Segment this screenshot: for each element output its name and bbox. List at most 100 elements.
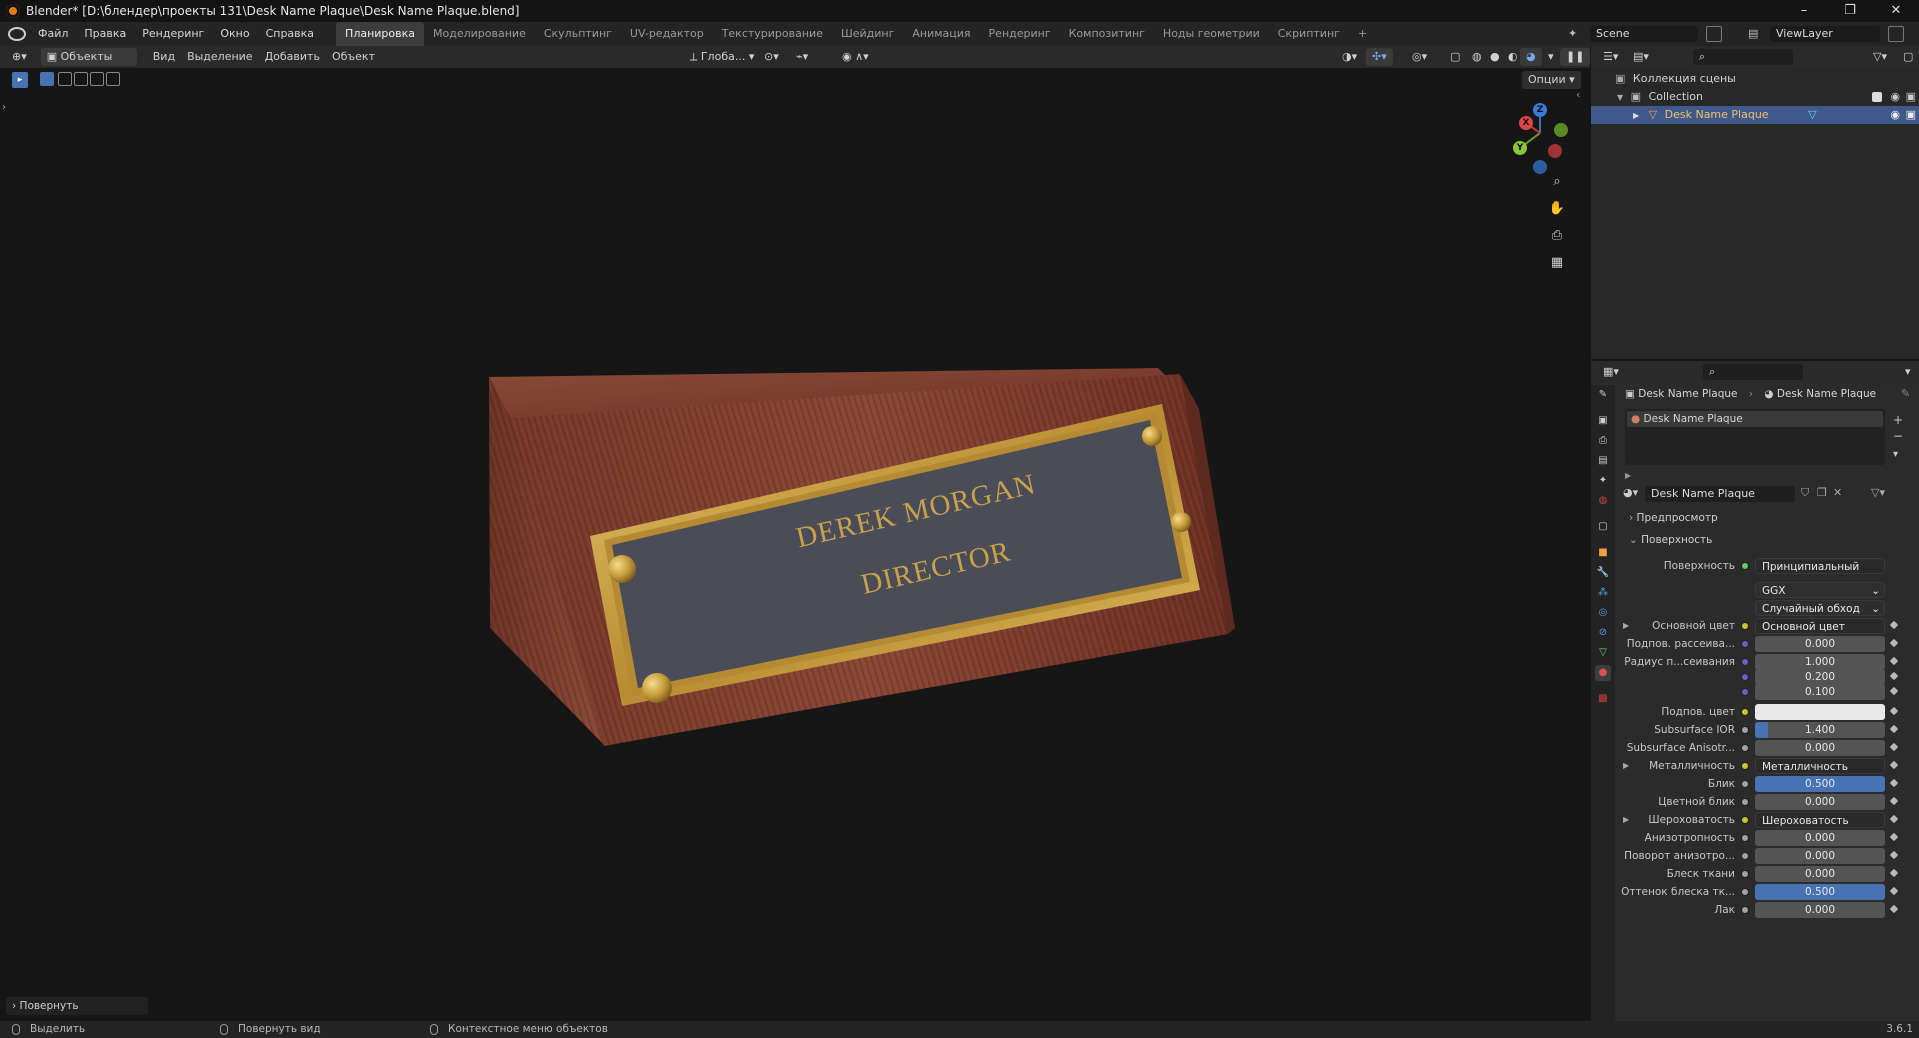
new-collection-icon[interactable]: ▢ — [1897, 48, 1919, 66]
linked-node-field[interactable]: Основной цвет — [1755, 618, 1885, 634]
gizmo-y-icon[interactable]: Y — [1513, 141, 1527, 155]
input-socket-icon[interactable] — [1741, 708, 1749, 716]
physics-tab-icon[interactable]: ◎ — [1595, 605, 1611, 621]
transform-orientation-dropdown[interactable]: ⟂ Глоба... ▾ — [684, 48, 760, 66]
surface-shader-field[interactable]: Принципиальный BSDF — [1755, 558, 1885, 574]
pin-icon[interactable]: ✎ — [1901, 387, 1910, 400]
xray-icon[interactable]: ▢ — [1444, 48, 1466, 66]
input-socket-icon[interactable] — [1741, 834, 1749, 842]
minimize-button[interactable]: – — [1781, 0, 1827, 22]
outliner-editor-icon[interactable]: ☰▾ — [1597, 48, 1624, 66]
outliner-scene-collection[interactable]: ▣ Коллекция сцены — [1591, 70, 1919, 88]
material-tab-icon[interactable]: ● — [1595, 665, 1611, 681]
mesh-data-icon[interactable]: ▽ — [1808, 108, 1816, 121]
material-slot-list[interactable]: ● Desk Name Plaque — [1625, 409, 1885, 465]
input-socket-icon[interactable] — [1741, 622, 1749, 630]
last-operator-panel[interactable]: › Повернуть — [6, 997, 148, 1015]
value-slider[interactable]: 0.000 — [1755, 794, 1885, 810]
menu-file[interactable]: Файл — [30, 22, 76, 46]
menu-help[interactable]: Справка — [258, 22, 322, 46]
input-socket-icon[interactable] — [1741, 798, 1749, 806]
texture-tab-icon[interactable]: ▩ — [1595, 691, 1611, 707]
expand-toggle-icon[interactable]: ▼ — [1617, 93, 1623, 102]
blender-menu-icon[interactable] — [8, 27, 26, 41]
remove-slot-icon[interactable]: − — [1893, 429, 1903, 443]
value-slider[interactable]: 0.000 — [1755, 636, 1885, 652]
input-socket-icon[interactable] — [1741, 816, 1749, 824]
input-socket-icon[interactable] — [1741, 870, 1749, 878]
view-layer-tab-icon[interactable]: ▤ — [1595, 453, 1611, 469]
options-chevron-icon[interactable]: ▾ — [1899, 363, 1917, 381]
pivot-icon[interactable]: ⊙▾ — [758, 48, 785, 66]
scene-field[interactable]: Scene — [1590, 26, 1698, 42]
duplicate-material-icon[interactable]: ❐ — [1817, 486, 1827, 499]
perspective-grid-icon[interactable]: ▦ — [1546, 252, 1568, 274]
snap-icon[interactable]: ⌁▾ — [790, 48, 814, 66]
value-slider[interactable]: 0.000 — [1755, 830, 1885, 846]
fake-user-icon[interactable]: ⛉ — [1801, 486, 1809, 500]
visibility-icon[interactable]: ◑▾ — [1336, 48, 1363, 66]
menu-render[interactable]: Рендеринг — [134, 22, 212, 46]
collection-tab-icon[interactable]: ▢ — [1595, 519, 1611, 535]
input-socket-icon[interactable] — [1741, 688, 1749, 696]
object-tab-icon[interactable]: ■ — [1595, 545, 1611, 561]
input-socket-icon[interactable] — [1741, 780, 1749, 788]
add-workspace-button[interactable]: + — [1349, 22, 1376, 46]
properties-search-input[interactable]: ⌕ — [1703, 364, 1803, 380]
overlay-toggle-icon[interactable]: ◎▾ — [1406, 48, 1433, 66]
keyframe-icon[interactable] — [1889, 742, 1899, 752]
value-slider[interactable]: 0.000 — [1755, 866, 1885, 882]
tool-tab-icon[interactable]: ✎ — [1595, 387, 1611, 403]
expand-input-icon[interactable]: ▶ — [1623, 617, 1629, 635]
keyframe-icon[interactable] — [1889, 796, 1899, 806]
keyframe-icon[interactable] — [1889, 686, 1899, 696]
menu-view[interactable]: Вид — [147, 48, 181, 66]
gizmo-toggle-icon[interactable]: ✣▾ — [1366, 48, 1393, 66]
value-slider[interactable]: 0.500 — [1755, 884, 1885, 900]
input-socket-icon[interactable] — [1741, 726, 1749, 734]
3d-viewport[interactable]: ▸ Опции ▾ › DEREK MORGAN DIRECTOR Z Y X … — [0, 68, 1590, 1021]
keyframe-icon[interactable] — [1889, 886, 1899, 896]
input-socket-icon[interactable] — [1741, 852, 1749, 860]
keyframe-icon[interactable] — [1889, 638, 1899, 648]
modifier-tab-icon[interactable]: 🔧 — [1595, 565, 1611, 581]
tab-modeling[interactable]: Моделирование — [424, 22, 535, 46]
editor-type-icon[interactable]: ⊕▾ — [6, 48, 33, 66]
input-socket-icon[interactable] — [1741, 640, 1749, 648]
outliner-search-input[interactable]: ⌕ — [1693, 49, 1793, 65]
eye-icon[interactable]: ◉ — [1890, 88, 1900, 106]
new-scene-icon[interactable] — [1706, 26, 1722, 42]
menu-object[interactable]: Объект — [326, 48, 381, 66]
unlink-material-icon[interactable]: ✕ — [1833, 486, 1842, 499]
value-slider[interactable]: 0.500 — [1755, 776, 1885, 792]
value-slider[interactable]: 0.000 — [1755, 740, 1885, 756]
menu-edit[interactable]: Правка — [76, 22, 134, 46]
keyframe-icon[interactable] — [1889, 724, 1899, 734]
linked-node-field[interactable]: Металличность — [1755, 758, 1885, 774]
keyframe-icon[interactable] — [1889, 778, 1899, 788]
shading-options-icon[interactable]: ▾ — [1542, 48, 1560, 66]
keyframe-icon[interactable] — [1889, 671, 1899, 681]
zoom-icon[interactable]: ⌕ — [1546, 171, 1568, 193]
linked-node-field[interactable]: Шероховатость — [1755, 812, 1885, 828]
pause-render-icon[interactable]: ❚❚ — [1560, 48, 1591, 66]
input-socket-icon[interactable] — [1741, 673, 1749, 681]
exclude-checkbox[interactable] — [1872, 92, 1882, 102]
menu-add[interactable]: Добавить — [259, 48, 326, 66]
keyframe-icon[interactable] — [1889, 868, 1899, 878]
tab-geometry-nodes[interactable]: Ноды геометрии — [1154, 22, 1269, 46]
menu-select[interactable]: Выделение — [181, 48, 259, 66]
panel-surface-header[interactable]: ⌄ Поверхность — [1621, 531, 1917, 549]
scene-tab-icon[interactable]: ✦ — [1595, 473, 1611, 489]
pan-hand-icon[interactable]: ✋ — [1546, 198, 1568, 220]
menu-window[interactable]: Окно — [212, 22, 257, 46]
value-slider[interactable]: 1.400 — [1755, 722, 1885, 738]
view-layer-field[interactable]: ViewLayer — [1770, 26, 1880, 42]
tab-uv-editing[interactable]: UV-редактор — [621, 22, 713, 46]
properties-editor-icon[interactable]: ▦▾ — [1597, 363, 1625, 381]
slot-menu-icon[interactable]: ▾ — [1893, 449, 1898, 460]
gizmo-neg-y-icon[interactable] — [1554, 123, 1568, 137]
camera-icon[interactable]: ▣ — [1906, 88, 1916, 106]
subsurface-method-dropdown[interactable]: Случайный обход ⌄ — [1755, 600, 1885, 616]
gizmo-neg-x-icon[interactable] — [1548, 144, 1562, 158]
